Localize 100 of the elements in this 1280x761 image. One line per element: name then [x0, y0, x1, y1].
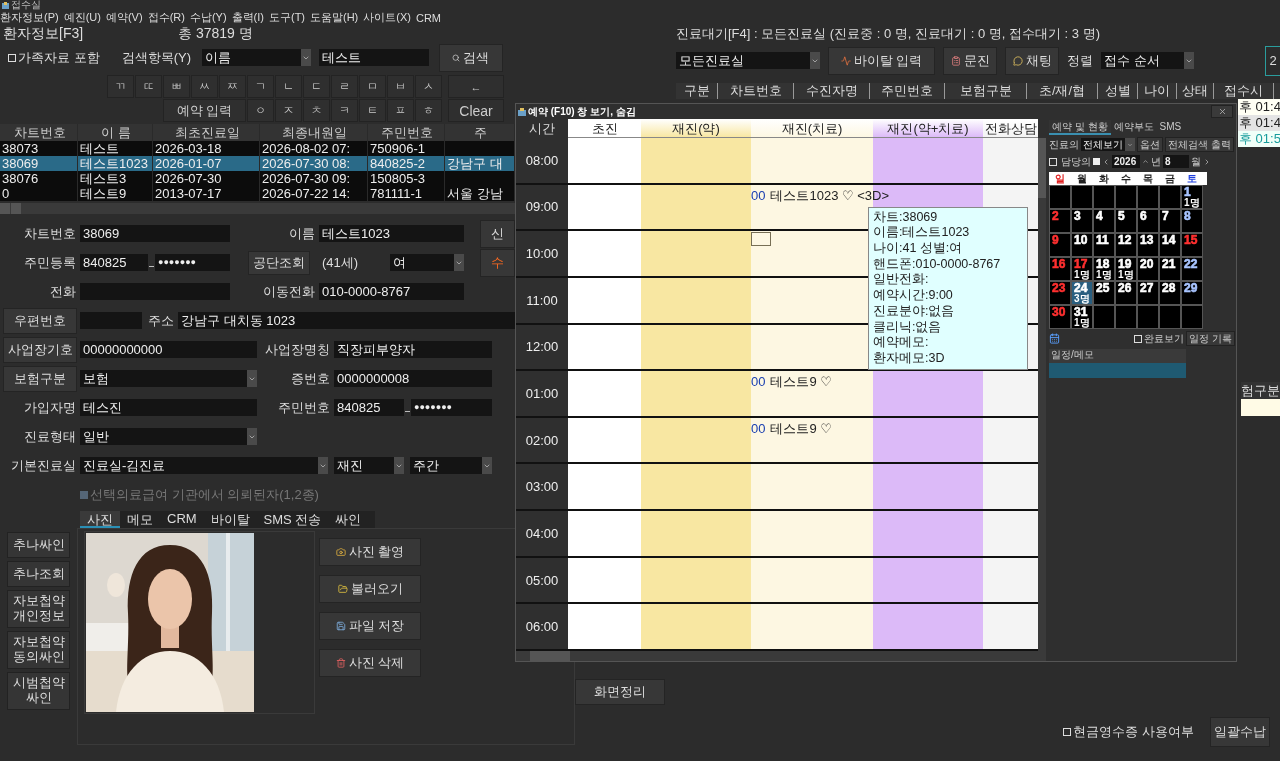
column-header: 구분 [676, 83, 718, 99]
weekday-label: 금 [1164, 172, 1176, 185]
table-cell: 2026-07-22 14: [260, 186, 368, 201]
day-number: 11 [1096, 234, 1109, 246]
day-number: 8 [1184, 210, 1191, 222]
tooltip-line: 클리닉:없음 [873, 319, 943, 336]
column-header: 초진 [568, 119, 641, 138]
day-number: 10 [1074, 234, 1088, 246]
tooltip-line: 이름:테스트1023 [873, 225, 971, 242]
day-number: 15 [1184, 234, 1198, 246]
appointment-count: 1명 [1184, 198, 1200, 208]
day-number: 16 [1052, 258, 1066, 270]
page-number: 2 [1265, 45, 1280, 76]
column-header: 보험구분 [945, 83, 1027, 99]
day-number: 14 [1162, 234, 1176, 246]
column-header: 차트번호 [718, 83, 794, 99]
weekday-label: 목 [1142, 172, 1154, 185]
day-number: 9 [1052, 234, 1059, 246]
day-number: 23 [1052, 282, 1066, 294]
day-number: 30 [1052, 306, 1066, 318]
weekday-label: 월 [1076, 172, 1088, 185]
column-header: 상태 [1177, 83, 1214, 99]
field-label: 주민등록 [23, 253, 77, 272]
field-label: 이름 [288, 224, 316, 243]
day-number: 27 [1140, 282, 1154, 294]
day-number: 1 [1184, 186, 1191, 198]
tooltip-line: 예약메모: [873, 335, 930, 351]
day-number: 2 [1052, 210, 1059, 222]
patient-total: 총 37819 명 [178, 24, 253, 43]
year-unit: 년 [1151, 154, 1161, 169]
appointment-count: 1명 [1074, 318, 1090, 328]
tooltip-line: 진료분야:없음 [873, 303, 956, 320]
table-cell: 0 [0, 186, 78, 201]
day-number: 26 [1118, 282, 1132, 294]
search-label: 검색항목(Y) [121, 48, 191, 67]
checkbox-label: 완료보기 [1144, 331, 1185, 346]
tooltip-line: 핸드폰:010-0000-8767 [873, 256, 1002, 273]
field-label: 증번호 [290, 369, 331, 388]
checkbox-label: 현금영수증 사용여부 [1073, 723, 1194, 741]
weekday-label: 일 [1054, 172, 1066, 185]
column-header: 초/재/협 [1027, 83, 1098, 99]
field-label: 사업장명칭 [264, 340, 331, 359]
appointment-count: 3명 [1074, 294, 1090, 304]
weekday-label: 화 [1098, 172, 1110, 185]
field-label: 이동전화 [262, 282, 316, 301]
day-number: 3 [1074, 210, 1081, 222]
tooltip-line: 예약시간:9:00 [873, 288, 954, 304]
day-number: 28 [1162, 282, 1176, 294]
day-number: 20 [1140, 258, 1154, 270]
column-header: 재진(치료) [751, 119, 873, 138]
column-header: 험구분 [1241, 382, 1280, 399]
section-title: 환자정보[F3] [2, 24, 85, 43]
field-label: 주민번호 [277, 398, 331, 417]
column-header: 시간 [528, 120, 556, 138]
checkbox-label: 가족자료 포함 [18, 48, 100, 67]
day-number: 13 [1140, 234, 1154, 246]
table-cell: 781111-1 [368, 186, 445, 201]
day-number: 12 [1118, 234, 1132, 246]
day-number: 29 [1184, 282, 1198, 294]
window-title: 예약 (F10) 창 보기, 숨김 [528, 104, 636, 119]
day-number: 21 [1162, 258, 1176, 270]
sort-label: 정렬 [1067, 51, 1093, 70]
tooltip-line: 환자메모:3D [873, 350, 946, 367]
age-text: (41세) [322, 253, 360, 272]
tooltip-line: 차트:38069 [873, 209, 939, 226]
window-title: 접수실 [11, 0, 41, 12]
column-header: 성별 [1098, 83, 1138, 99]
checkbox-label: 선택의료급여 기관에서 의뢰된자(1,2종) [90, 485, 319, 504]
column-header: 재진(약+치료) [873, 119, 983, 138]
day-number: 6 [1140, 210, 1147, 222]
table-cell: 테스트9 [78, 186, 153, 201]
month-unit: 월 [1191, 154, 1201, 169]
day-number: 18 [1096, 258, 1110, 270]
tooltip-line: 나이:41 성별:여 [873, 241, 964, 257]
appointment-count: 1명 [1096, 270, 1112, 280]
doctor-label: 진료의 [1049, 137, 1079, 152]
day-number: 24 [1074, 282, 1088, 294]
day-number: 31 [1074, 306, 1088, 318]
appointment-count: 1명 [1118, 270, 1134, 280]
day-number: 7 [1162, 210, 1169, 222]
weekday-label: 수 [1120, 172, 1132, 185]
day-number: 5 [1118, 210, 1125, 222]
column-header: 일정/메모 [1049, 349, 1186, 363]
checkbox-label: 담당의 [1061, 154, 1091, 169]
column-header: 전화상담 [983, 119, 1038, 138]
day-number: 4 [1096, 210, 1103, 222]
day-number: 22 [1184, 258, 1198, 270]
column-header: 나이 [1138, 83, 1177, 99]
day-number: 17 [1074, 258, 1088, 270]
table-cell: 2013-07-17 [153, 186, 260, 201]
appointment-count: 1명 [1074, 270, 1090, 280]
tooltip-line: 일반전화: [873, 272, 930, 289]
column-header: 주민번호 [870, 83, 945, 99]
field-label: 기본진료실 [10, 456, 77, 475]
field-label: 가입자명 [23, 398, 77, 417]
field-label: 차트번호 [23, 224, 77, 243]
day-number: 25 [1096, 282, 1110, 294]
column-header: 재진(약) [641, 119, 751, 138]
column-header: 수진자명 [794, 83, 870, 99]
field-label: 진료형태 [23, 427, 77, 446]
